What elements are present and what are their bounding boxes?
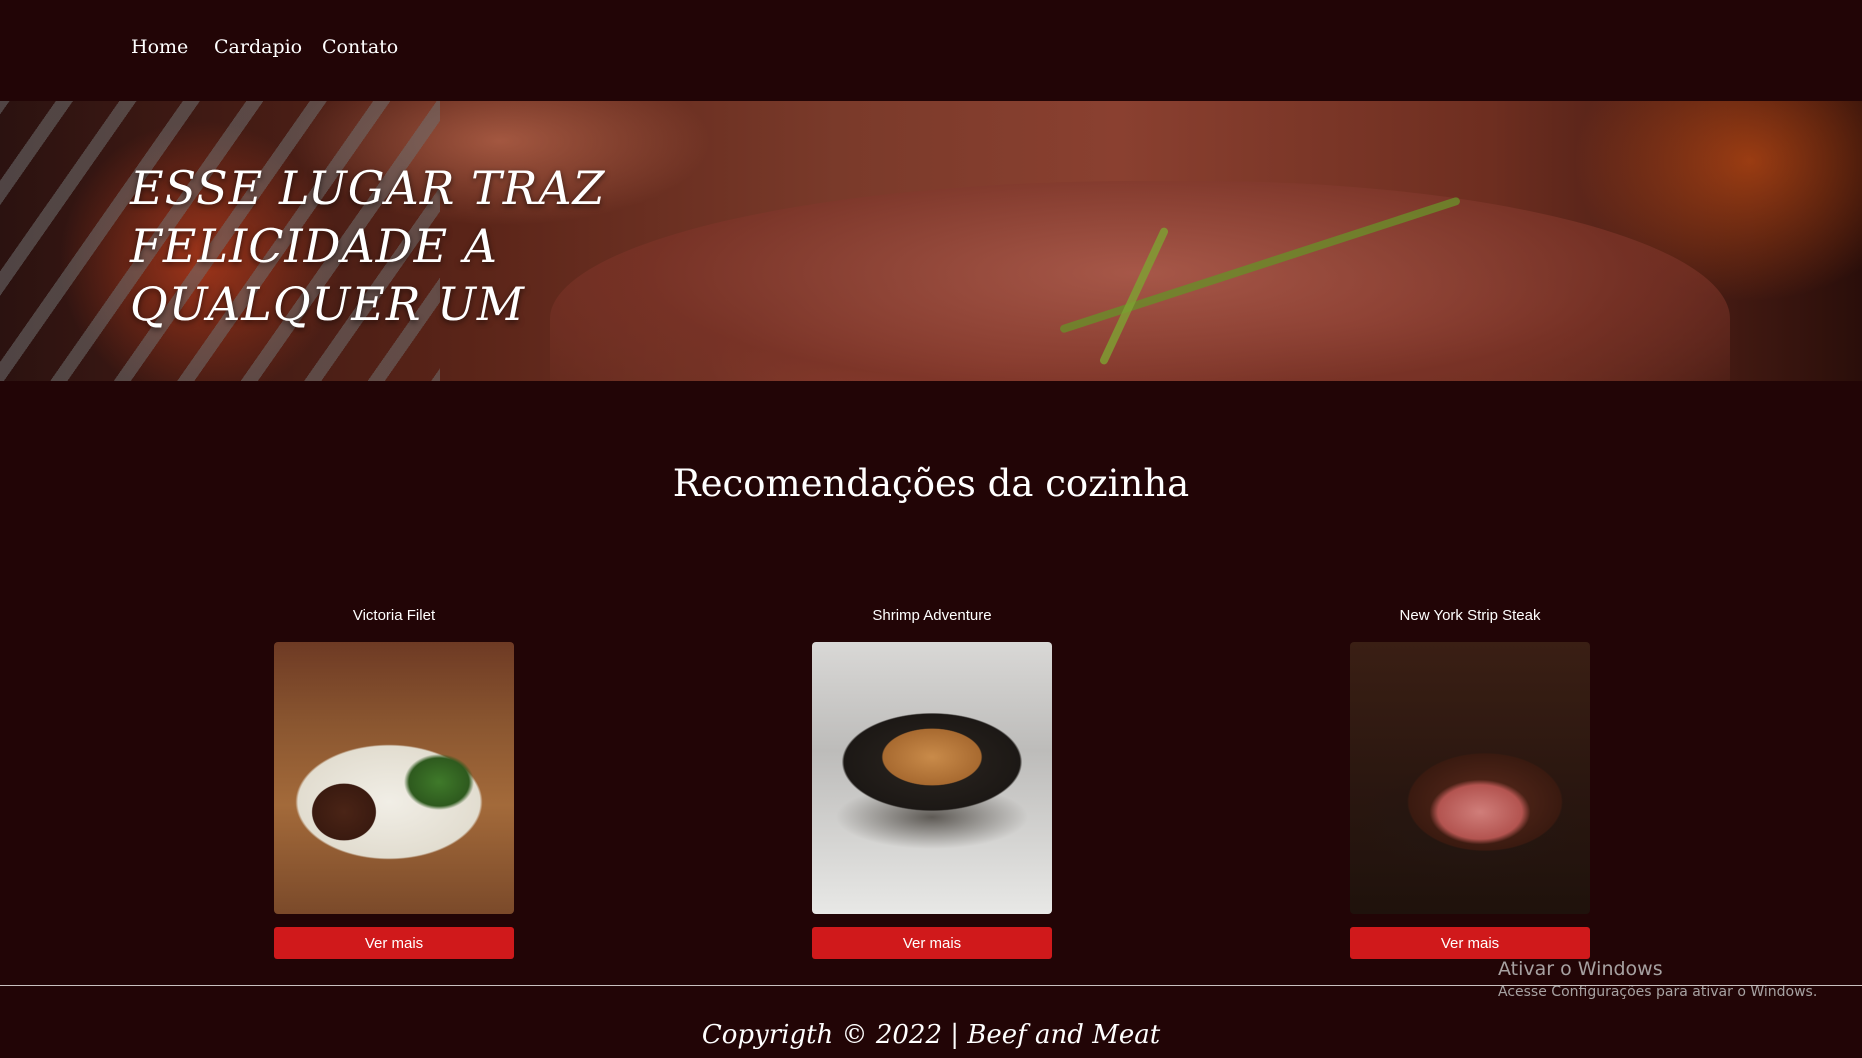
dish-photo (274, 642, 514, 914)
windows-activation-watermark: Ativar o Windows Acesse Configurações pa… (1498, 958, 1817, 1000)
dish-name: Victoria Filet (352, 607, 436, 624)
top-navbar: Home Cardapio Contato (0, 0, 1862, 101)
dish-card-victoria-filet: Victoria Filet Ver mais (274, 606, 514, 959)
dish-name: New York Strip Steak (1399, 607, 1541, 624)
hero-headline: ESSE LUGAR TRAZ FELICIDADE A QUALQUER UM (130, 159, 890, 333)
recommendations-title: Recomendações da cozinha (672, 462, 1190, 505)
dish-photo (1350, 642, 1590, 914)
nav-link-cardapio[interactable]: Cardapio (214, 36, 302, 58)
ver-mais-button[interactable]: Ver mais (812, 927, 1052, 959)
dish-card-new-york-strip-steak: New York Strip Steak Ver mais (1350, 606, 1590, 959)
dish-name: Shrimp Adventure (872, 607, 992, 624)
hero-banner: ESSE LUGAR TRAZ FELICIDADE A QUALQUER UM (0, 101, 1862, 381)
watermark-subtitle: Acesse Configurações para ativar o Windo… (1498, 984, 1818, 1000)
nav-link-home[interactable]: Home (131, 36, 188, 58)
watermark-title: Ativar o Windows (1498, 958, 1663, 980)
dish-photo (812, 642, 1052, 914)
ver-mais-button[interactable]: Ver mais (274, 927, 514, 959)
ver-mais-button[interactable]: Ver mais (1350, 927, 1590, 959)
nav-link-contato[interactable]: Contato (322, 36, 398, 58)
dish-card-shrimp-adventure: Shrimp Adventure Ver mais (812, 606, 1052, 959)
footer-copyright: Copyrigth © 2022 | Beef and Meat (701, 1020, 1161, 1050)
hero-headline-line1: ESSE LUGAR TRAZ FELICIDADE A (130, 161, 606, 273)
hero-headline-line2: QUALQUER UM (130, 277, 526, 331)
